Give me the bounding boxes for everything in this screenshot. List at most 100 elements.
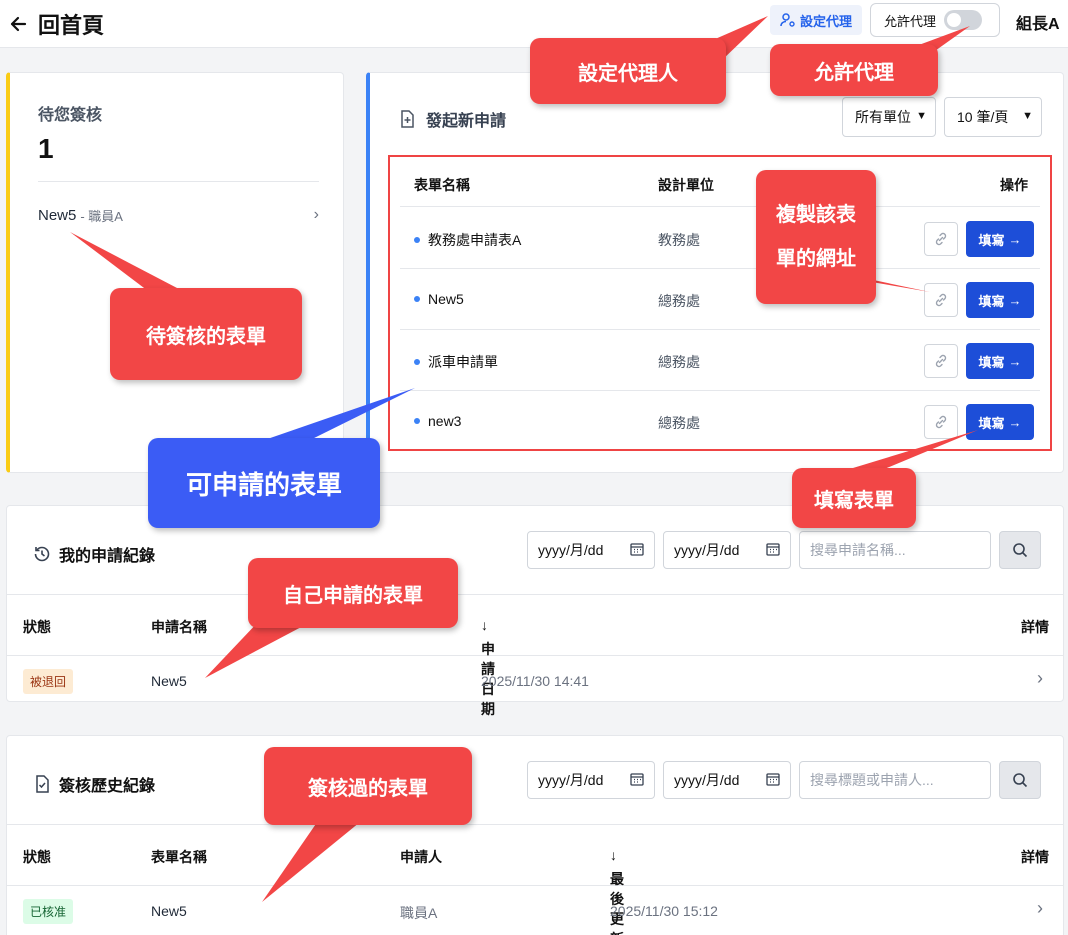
bullet-dot <box>414 418 420 424</box>
callout-pending-forms: 待簽核的表單 <box>110 288 302 380</box>
arrow-right-icon: → <box>1008 414 1022 430</box>
date-placeholder: yyyy/月/dd <box>674 772 740 788</box>
record-name: New5 <box>151 673 187 689</box>
search-button[interactable] <box>999 761 1041 799</box>
sort-down-icon: ↓ <box>610 847 617 863</box>
pending-item-name: New5 <box>38 206 77 224</box>
search-input[interactable]: 搜尋標題或申請人... <box>799 761 991 799</box>
search-button[interactable] <box>999 531 1041 569</box>
col-status: 狀態 <box>23 849 51 865</box>
form-name-text: 派車申請單 <box>428 354 498 370</box>
record-date: 2025/11/30 14:41 <box>481 673 589 689</box>
back-link[interactable]: 回首頁 <box>8 8 104 40</box>
search-placeholder: 搜尋標題或申請人... <box>810 772 934 788</box>
arrow-right-icon: → <box>1008 231 1022 247</box>
allow-proxy-control: 允許代理 <box>870 3 1000 37</box>
form-row: 派車申請單 總務處 填寫 → <box>400 330 1040 391</box>
bullet-dot <box>414 296 420 302</box>
copy-link-button[interactable] <box>924 222 958 256</box>
copy-link-button[interactable] <box>924 405 958 439</box>
new-application-title: 發起新申請 <box>398 107 506 131</box>
pending-count: 1 <box>38 133 54 164</box>
fill-button[interactable]: 填寫 → <box>966 343 1034 379</box>
callout-set-proxy: 設定代理人 <box>530 38 726 104</box>
my-records-card: 我的申請紀錄 yyyy/月/dd yyyy/月/dd 搜尋申請名稱... 狀態 … <box>6 505 1064 717</box>
search-icon <box>1013 543 1028 558</box>
pending-label: 待您簽核 <box>38 107 103 124</box>
calendar-icon <box>630 543 644 556</box>
table-row[interactable]: 被退回 New5 2025/11/30 14:41 › <box>7 656 1063 706</box>
fill-label: 填寫 <box>978 293 1005 309</box>
pending-item[interactable]: New5 - 職員A › <box>38 203 319 227</box>
col-action: 操作 <box>1000 177 1028 193</box>
record-updated: 2025/11/30 15:12 <box>610 903 718 919</box>
table-row[interactable]: 已核准 New5 職員A 2025/11/30 15:12 › <box>7 886 1063 935</box>
history-icon <box>34 546 50 562</box>
col-detail: 詳情 <box>1021 619 1049 635</box>
form-table-header: 表單名稱 設計單位 操作 <box>400 157 1040 207</box>
divider <box>38 181 319 182</box>
my-records-title-text: 我的申請紀錄 <box>59 548 156 565</box>
arrow-left-icon <box>10 16 27 32</box>
form-unit: 總務處 <box>658 354 700 370</box>
fill-label: 填寫 <box>978 415 1005 431</box>
col-detail: 詳情 <box>1021 849 1049 865</box>
date-placeholder: yyyy/月/dd <box>538 542 604 558</box>
col-form-name: 表單名稱 <box>414 177 470 193</box>
form-name-text: New5 <box>428 291 464 307</box>
pending-item-role: - 職員A <box>80 208 123 224</box>
calendar-icon <box>630 773 644 786</box>
arrow-right-icon: → <box>1008 353 1022 369</box>
date-placeholder: yyyy/月/dd <box>674 542 740 558</box>
unit-select[interactable]: 所有單位 ▼ <box>842 97 936 137</box>
status-badge: 已核准 <box>23 899 74 924</box>
link-icon <box>935 354 947 368</box>
form-name-text: new3 <box>428 413 462 429</box>
user-settings-icon <box>780 13 795 27</box>
page-size-select[interactable]: 10 筆/頁 ▼ <box>944 97 1042 137</box>
chevron-right-icon: › <box>1037 668 1043 688</box>
end-date-input[interactable]: yyyy/月/dd <box>663 531 791 569</box>
search-placeholder: 搜尋申請名稱... <box>810 542 906 558</box>
link-icon <box>935 232 947 246</box>
callout-allow-proxy: 允許代理 <box>770 44 938 96</box>
col-applicant: 申請人 <box>400 849 442 865</box>
form-row: new3 總務處 填寫 → <box>400 391 1040 452</box>
record-name: New5 <box>151 903 187 919</box>
my-records-title: 我的申請紀錄 <box>33 542 155 566</box>
form-name: 派車申請單 <box>414 352 498 372</box>
col-date[interactable]: 申請日期 ↓ <box>481 617 495 717</box>
form-name: new3 <box>414 413 461 429</box>
review-history-title: 簽核歷史紀錄 <box>33 772 155 796</box>
search-input[interactable]: 搜尋申請名稱... <box>799 531 991 569</box>
col-name: 申請名稱 <box>151 619 207 635</box>
allow-proxy-label: 允許代理 <box>884 13 937 29</box>
start-date-input[interactable]: yyyy/月/dd <box>527 531 655 569</box>
file-plus-icon <box>401 110 414 128</box>
form-name: 教務處申請表A <box>414 230 521 250</box>
callout-my-forms: 自己申請的表單 <box>248 558 458 628</box>
back-label: 回首頁 <box>38 13 105 38</box>
copy-link-button[interactable] <box>924 344 958 378</box>
col-name: 表單名稱 <box>151 849 207 865</box>
copy-link-button[interactable] <box>924 283 958 317</box>
allow-proxy-toggle[interactable] <box>944 10 983 30</box>
chevron-down-icon: ▼ <box>916 110 927 122</box>
set-proxy-button[interactable]: 設定代理 <box>770 5 862 35</box>
file-check-icon <box>36 775 49 793</box>
bullet-dot <box>414 359 420 365</box>
set-proxy-label: 設定代理 <box>799 13 852 29</box>
fill-button[interactable]: 填寫 → <box>966 221 1034 257</box>
col-updated[interactable]: 最後更新 ↓ <box>610 847 624 935</box>
fill-button[interactable]: 填寫 → <box>966 404 1034 440</box>
end-date-input[interactable]: yyyy/月/dd <box>663 761 791 799</box>
form-name: New5 <box>414 291 464 307</box>
start-date-input[interactable]: yyyy/月/dd <box>527 761 655 799</box>
fill-button[interactable]: 填寫 → <box>966 282 1034 318</box>
review-history-title-text: 簽核歷史紀錄 <box>59 778 156 795</box>
callout-copy-link: 複製該表 單的網址 <box>756 170 876 304</box>
date-placeholder: yyyy/月/dd <box>538 772 604 788</box>
callout-available-forms: 可申請的表單 <box>148 438 380 528</box>
callout-copy-link-line2: 單的網址 <box>776 248 856 270</box>
callout-copy-link-line1: 複製該表 <box>776 204 856 226</box>
